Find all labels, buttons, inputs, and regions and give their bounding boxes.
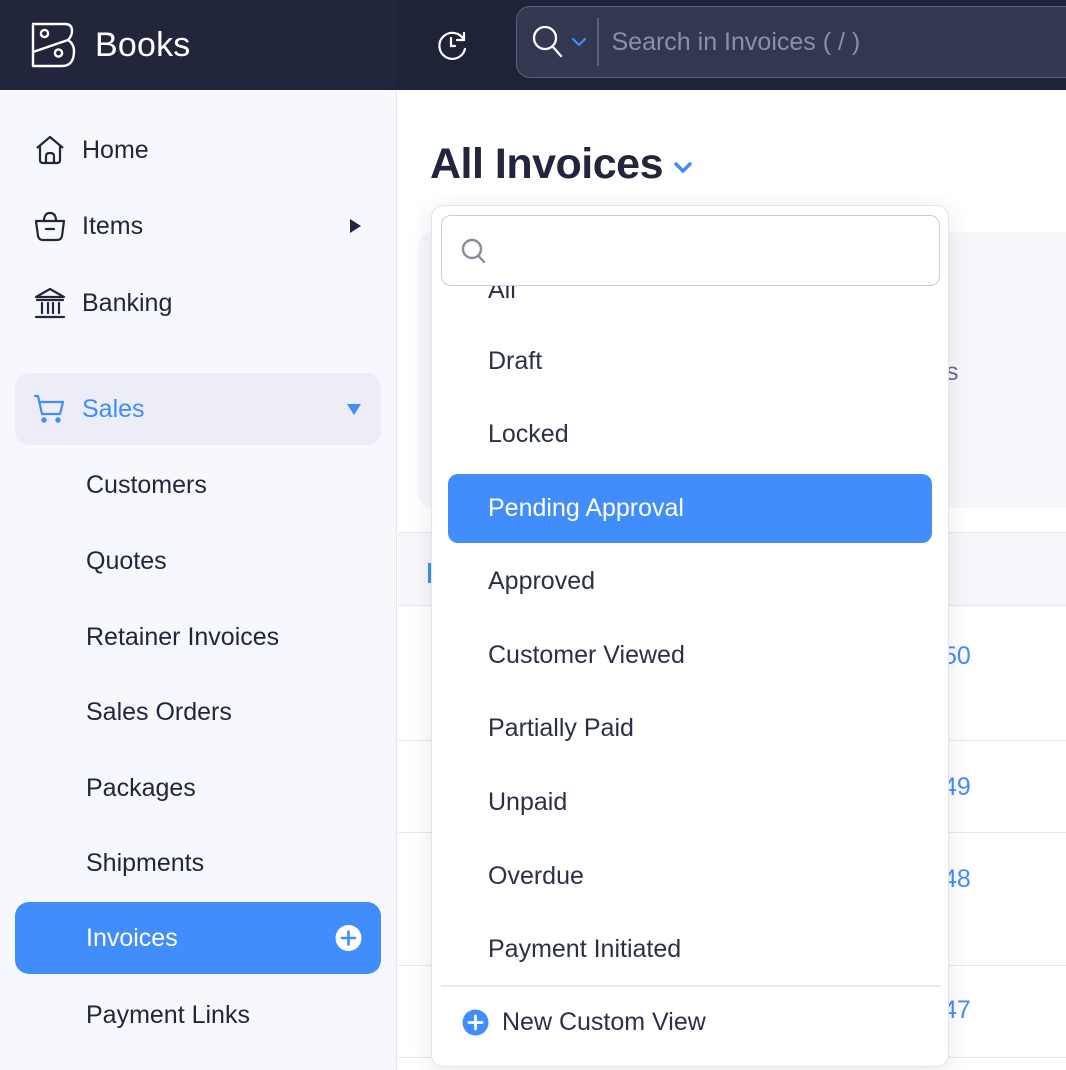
sidebar-subitem-label: Shipments xyxy=(86,848,205,877)
view-option-approved[interactable]: Approved xyxy=(448,547,932,616)
brand[interactable]: Books xyxy=(0,0,397,90)
sidebar-subitem-label: Invoices xyxy=(86,923,178,952)
sidebar: Home Items Banking Sales Customers Quote… xyxy=(0,90,397,1070)
sidebar-subitem-retainer-invoices[interactable]: Retainer Invoices xyxy=(15,601,381,673)
sidebar-item-label: Banking xyxy=(82,288,173,317)
recent-activity-button[interactable] xyxy=(434,25,472,65)
sidebar-subitem-label: Payment Links xyxy=(86,1000,250,1029)
dropdown-search xyxy=(441,215,940,286)
new-custom-view-button[interactable]: New Custom View xyxy=(462,1002,706,1042)
view-option-label: Pending Approval xyxy=(488,494,684,522)
global-search-input[interactable] xyxy=(611,27,1012,57)
plus-circle-icon xyxy=(462,1009,489,1035)
search-scope-selector[interactable] xyxy=(517,7,587,77)
view-option-overdue[interactable]: Overdue xyxy=(448,842,932,911)
bank-icon xyxy=(30,283,70,323)
search-icon xyxy=(461,238,486,263)
sidebar-item-label: Items xyxy=(82,211,144,240)
view-option-payment-initiated[interactable]: Payment Initiated xyxy=(448,915,932,984)
sidebar-item-label: Home xyxy=(82,135,149,164)
view-option-label: Locked xyxy=(488,420,569,448)
page-title: All Invoices xyxy=(430,140,663,188)
sidebar-subitem-label: Sales Orders xyxy=(86,697,232,726)
view-option-pending-approval[interactable]: Pending Approval xyxy=(448,474,932,543)
sidebar-item-items[interactable]: Items xyxy=(15,190,381,262)
sidebar-subitem-customers[interactable]: Customers xyxy=(15,449,381,521)
chevron-down-icon xyxy=(674,161,692,173)
app-name: Books xyxy=(95,25,191,64)
sidebar-item-banking[interactable]: Banking xyxy=(15,267,381,339)
view-option-label: Draft xyxy=(488,347,543,375)
sidebar-subitem-label: Customers xyxy=(86,470,207,499)
view-selector[interactable]: All Invoices xyxy=(430,140,693,189)
global-search xyxy=(516,6,1066,78)
dropdown-search-input[interactable] xyxy=(498,236,918,265)
view-option-customer-viewed[interactable]: Customer Viewed xyxy=(448,621,932,690)
view-option-partially-paid[interactable]: Partially Paid xyxy=(448,694,932,763)
cart-icon xyxy=(30,389,70,429)
sidebar-subitem-quotes[interactable]: Quotes xyxy=(15,525,381,597)
sidebar-subitem-invoices[interactable]: Invoices xyxy=(15,902,381,974)
zoho-books-logo-icon xyxy=(31,22,76,68)
sidebar-subitem-label: Retainer Invoices xyxy=(86,622,280,651)
sidebar-item-home[interactable]: Home xyxy=(15,114,381,186)
sidebar-subitem-label: Packages xyxy=(86,773,196,802)
home-icon xyxy=(30,130,70,170)
new-custom-view-label: New Custom View xyxy=(502,1007,706,1036)
caret-down-icon xyxy=(347,404,361,415)
view-option-label: Approved xyxy=(488,567,596,595)
sidebar-subitem-label: Quotes xyxy=(86,546,167,575)
sidebar-subitem-sales-orders[interactable]: Sales Orders xyxy=(15,676,381,748)
sidebar-item-label: Sales xyxy=(82,394,145,423)
sidebar-subitem-payment-links[interactable]: Payment Links xyxy=(15,979,381,1051)
dropdown-divider xyxy=(441,985,941,987)
view-option-locked[interactable]: Locked xyxy=(448,400,932,469)
caret-right-icon xyxy=(350,219,361,233)
new-invoice-plus-icon[interactable] xyxy=(335,925,362,952)
basket-icon xyxy=(30,206,70,246)
view-option-label: Customer Viewed xyxy=(488,641,685,669)
top-bar: Books xyxy=(0,0,1066,90)
sidebar-item-sales[interactable]: Sales xyxy=(15,373,381,445)
search-divider xyxy=(597,18,599,66)
view-option-unpaid[interactable]: Unpaid xyxy=(448,768,932,837)
view-option-label: Unpaid xyxy=(488,788,568,816)
view-option-label: Partially Paid xyxy=(488,714,634,742)
chevron-down-icon xyxy=(571,37,587,47)
view-option-draft[interactable]: Draft xyxy=(448,327,932,396)
view-option-label: Overdue xyxy=(488,862,584,890)
view-option-label: Payment Initiated xyxy=(488,935,682,963)
sidebar-subitem-shipments[interactable]: Shipments xyxy=(15,827,381,899)
search-icon xyxy=(532,25,563,58)
recent-activity-icon xyxy=(438,31,467,60)
sidebar-subitem-packages[interactable]: Packages xyxy=(15,752,381,824)
view-dropdown: All Draft Locked Pending Approval Approv… xyxy=(431,205,949,1067)
